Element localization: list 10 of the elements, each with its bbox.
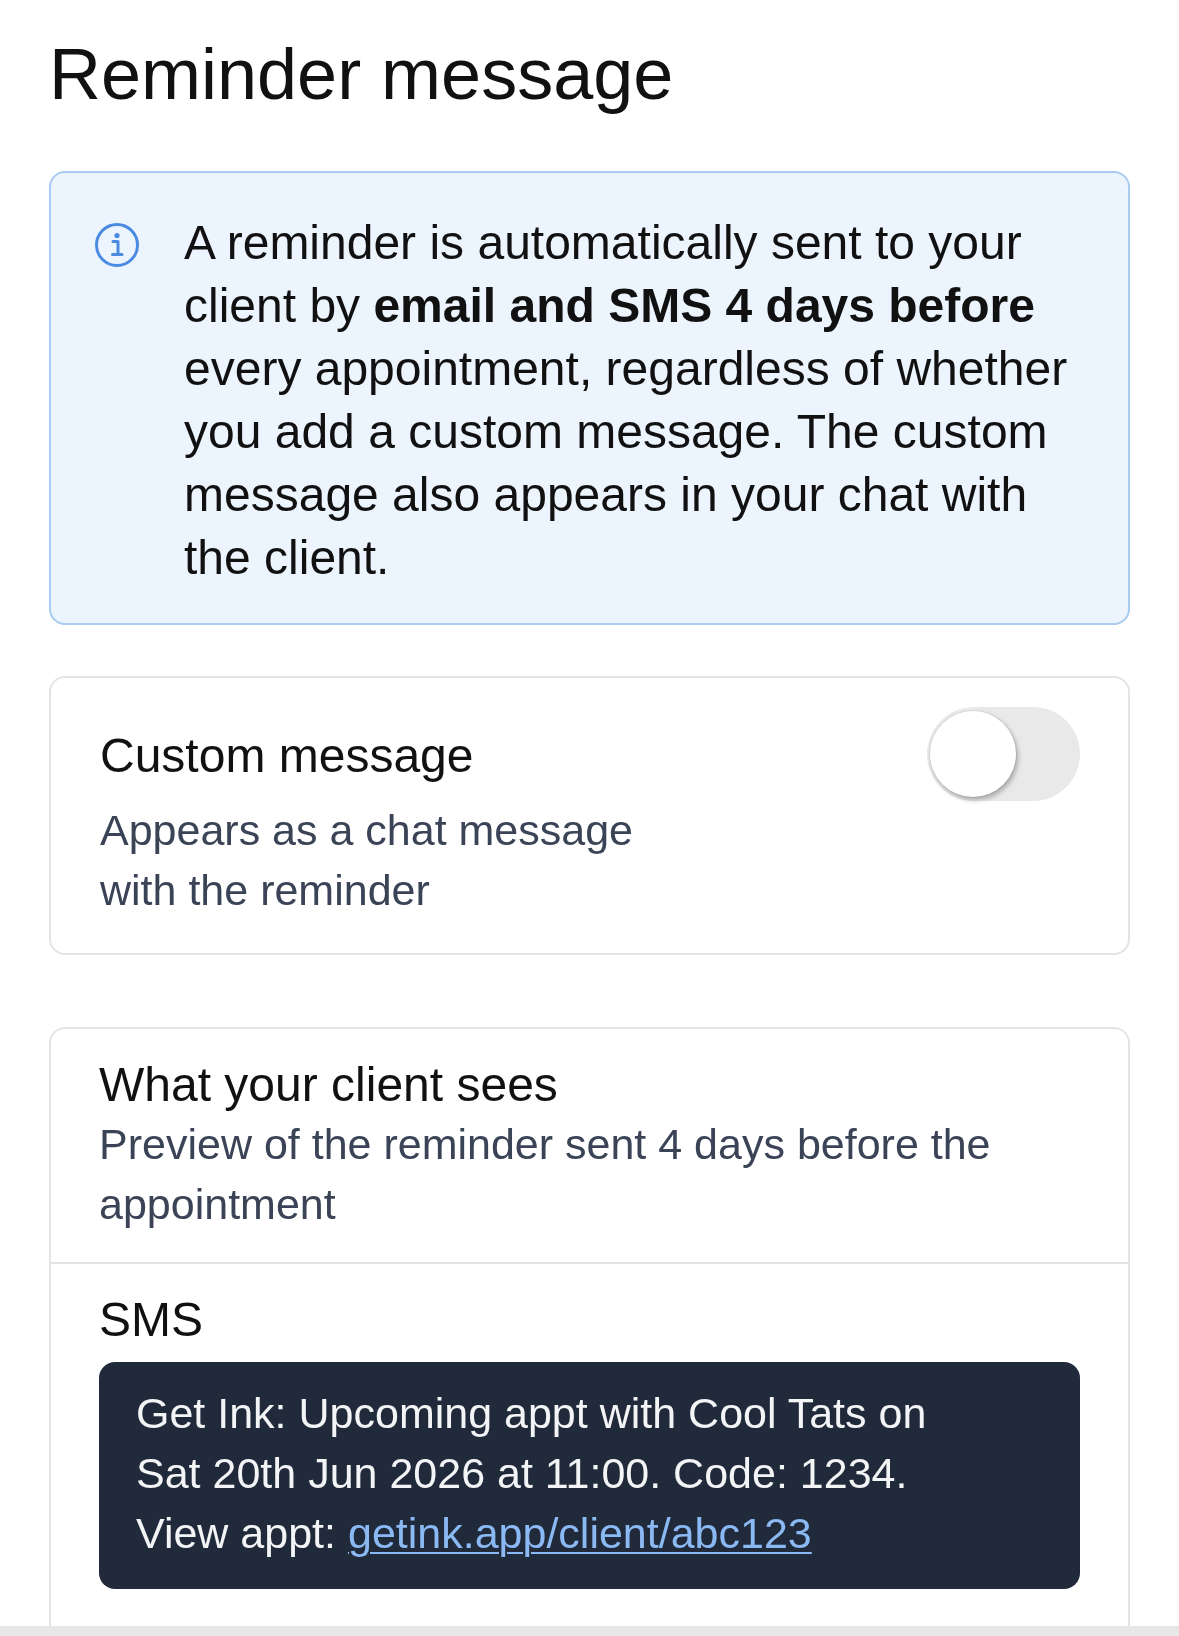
- link[interactable]: getink.app/client/abc123: [347, 1509, 812, 1558]
- card-title: Custom message: [100, 728, 475, 785]
- info-text: A reminder is automatically sent to your client by email and SMS 4 days before every appointment, regardless of whether you add a custom message. The custom message also appears in your chat with the client.: [184, 215, 1069, 587]
- channel-label: SMS: [99, 1291, 204, 1348]
- info-icon: [94, 222, 140, 269]
- card-description: Preview of the reminder sent 4 days before the appointment: [99, 1118, 992, 1230]
- card-title: What your client sees: [99, 1057, 559, 1113]
- page-title: Reminder message: [49, 33, 675, 116]
- card-description: Appears as a chat message with the reminder: [100, 805, 635, 916]
- sms-message-text: Get Ink: Upcoming appt with Cool Tats on Sat 20th Jun 2026 at 11:00. Code: 1234. View appt: getink.app/client/abc123: [136, 1388, 928, 1560]
